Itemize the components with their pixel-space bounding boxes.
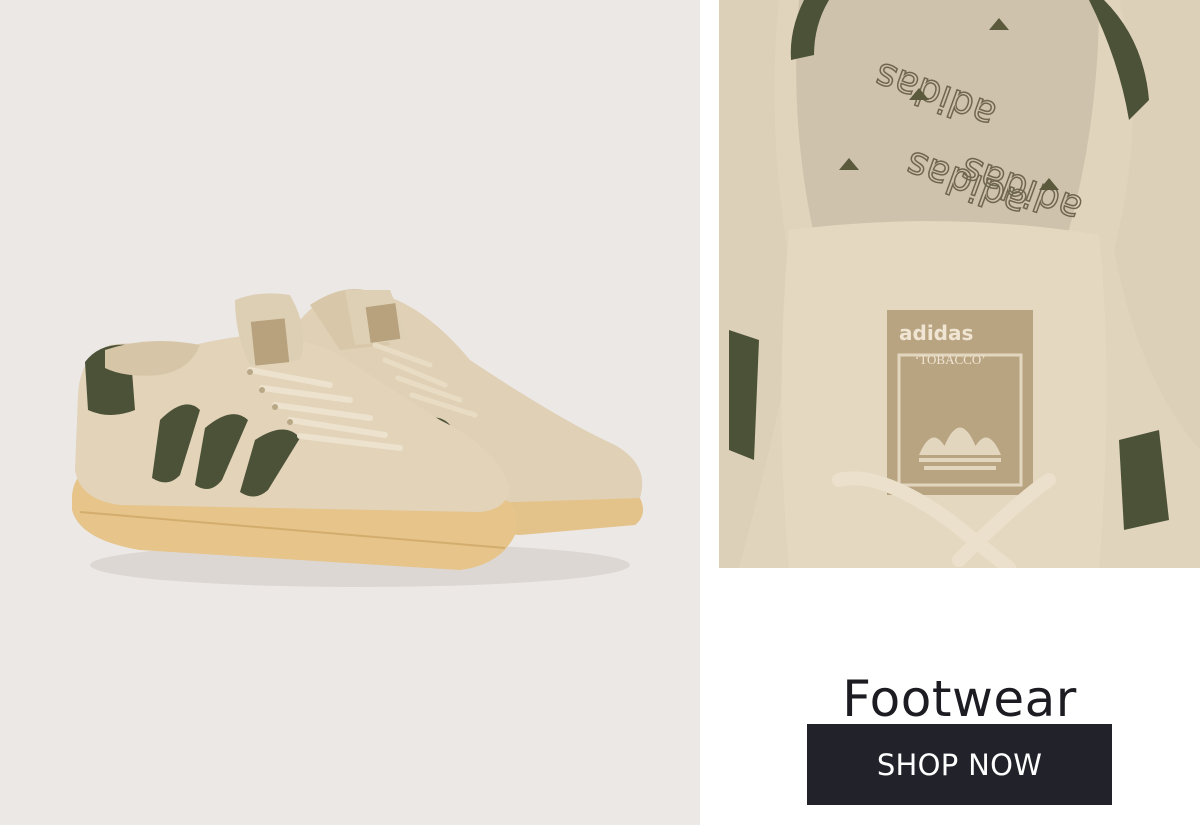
tongue-model-text: ‘TOBACCO’ [915, 352, 986, 367]
shop-now-button[interactable]: SHOP NOW [807, 724, 1112, 805]
category-title: Footwear [842, 669, 1077, 728]
sneaker-closeup-illustration: adidas adidas adidas adidas ‘TOBACCO’ [719, 0, 1200, 568]
front-sneaker [72, 293, 517, 570]
sneaker-closeup-photo[interactable]: adidas adidas adidas adidas ‘TOBACCO’ [719, 0, 1200, 568]
sneaker-pair-illustration [72, 289, 644, 587]
sneaker-pair-photo[interactable] [0, 0, 700, 825]
tongue-logo-text: adidas [899, 321, 973, 345]
